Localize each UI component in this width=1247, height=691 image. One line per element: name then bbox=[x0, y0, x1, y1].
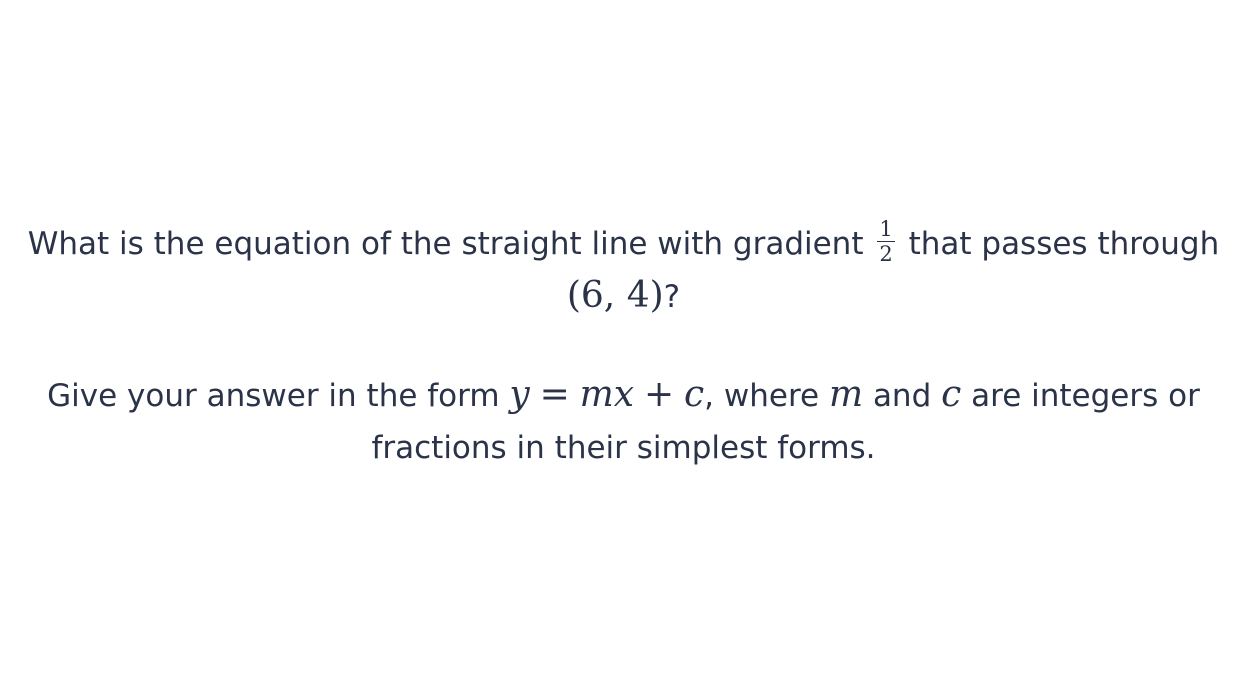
instruction-line: Give your answer in the form y = mx + c,… bbox=[20, 369, 1227, 474]
gradient-fraction: 12 bbox=[877, 217, 895, 266]
question-mark: ? bbox=[663, 279, 681, 315]
form-y: y bbox=[509, 374, 530, 415]
instruction-text-intro: Give your answer in the form bbox=[47, 378, 500, 414]
form-mx: mx bbox=[579, 374, 635, 415]
question-line: What is the equation of the straight lin… bbox=[20, 218, 1227, 323]
instruction-where: , where bbox=[704, 378, 820, 414]
question-text-intro: What is the equation of the straight lin… bbox=[27, 226, 864, 262]
gradient-numerator: 1 bbox=[877, 217, 895, 242]
question-text-passes: that passes through bbox=[908, 226, 1220, 262]
question-block: What is the equation of the straight lin… bbox=[20, 218, 1227, 474]
variable-m: m bbox=[828, 374, 864, 415]
point-coordinates: (6, 4) bbox=[566, 275, 664, 316]
form-c: c bbox=[683, 374, 705, 415]
variable-c: c bbox=[941, 374, 962, 415]
form-plus: + bbox=[643, 374, 675, 415]
instruction-and: and bbox=[872, 378, 932, 414]
form-equals: = bbox=[539, 374, 570, 415]
gradient-denominator: 2 bbox=[879, 242, 893, 266]
